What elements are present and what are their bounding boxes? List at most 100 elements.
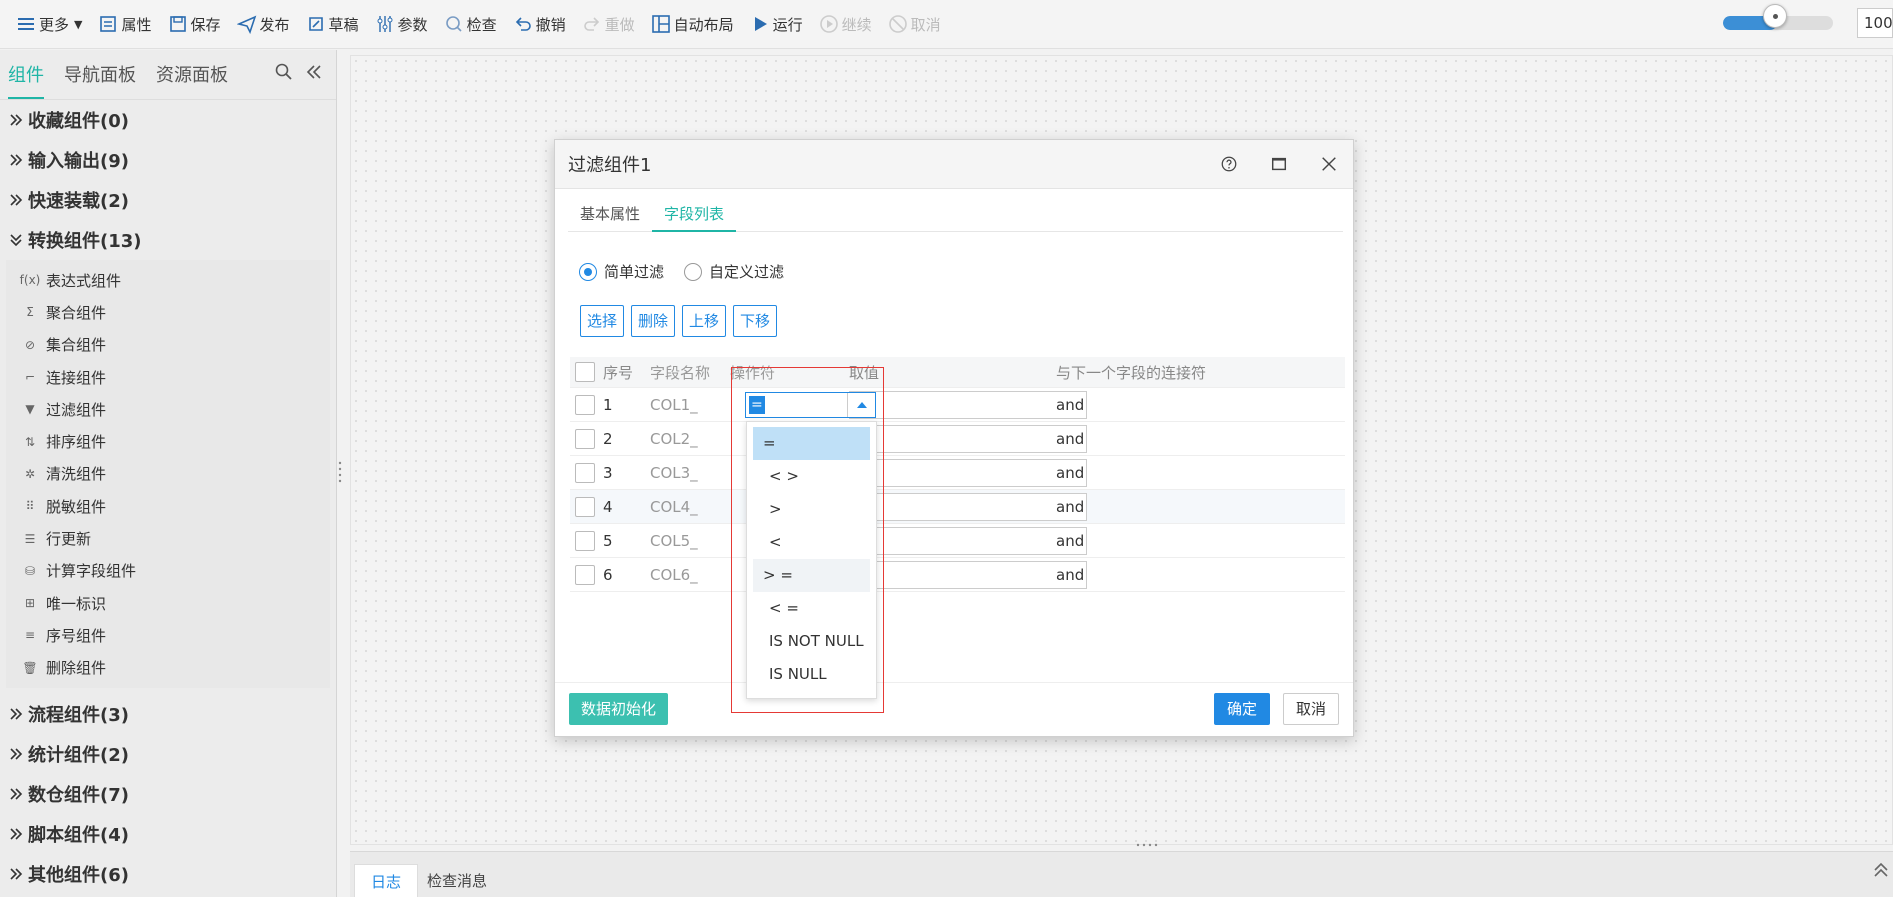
row-connector[interactable]: and [1056, 498, 1084, 516]
row-no: 5 [603, 531, 613, 550]
row-connector[interactable]: and [1056, 396, 1084, 414]
value-input[interactable] [849, 424, 1087, 453]
tab-basic-properties[interactable]: 基本属性 [568, 197, 652, 232]
table-row: 1 COL1_ and [570, 388, 1345, 422]
chevron-double-right-icon [10, 114, 23, 126]
params-label: 参数 [397, 15, 428, 34]
category-transform[interactable]: 转换组件(13) [0, 220, 336, 260]
component-set[interactable]: ⊘ 集合组件 [6, 329, 330, 361]
chevron-double-up-icon[interactable] [1871, 860, 1891, 880]
radio-simple-filter[interactable]: 简单过滤 [579, 261, 664, 282]
cancel-run-label: 取消 [910, 15, 941, 34]
publish-label: 发布 [259, 15, 290, 34]
component-calc-field[interactable]: ⛁ 计算字段组件 [6, 555, 330, 587]
value-input[interactable] [849, 560, 1087, 589]
check-icon [445, 16, 462, 32]
category-warehouse[interactable]: 数仓组件(7) [0, 774, 336, 814]
category-stats[interactable]: 统计组件(2) [0, 734, 336, 774]
value-input[interactable] [849, 458, 1087, 487]
menu-icon [18, 18, 34, 30]
chevron-double-right-icon [10, 194, 23, 206]
row-checkbox[interactable] [575, 394, 595, 415]
cancel-run-button[interactable]: 取消 [880, 8, 949, 40]
component-label: 聚合组件 [46, 303, 107, 322]
component-label: 脱敏组件 [46, 497, 107, 516]
category-flow[interactable]: 流程组件(3) [0, 694, 336, 734]
resize-grip-icon[interactable] [1135, 843, 1161, 847]
value-input[interactable] [849, 492, 1087, 521]
component-label: 连接组件 [46, 368, 107, 387]
redo-button[interactable]: 重做 [574, 8, 643, 40]
component-sort[interactable]: ⇅ 排序组件 [6, 425, 330, 457]
ok-button[interactable]: 确定 [1214, 693, 1270, 725]
value-input[interactable] [849, 390, 1087, 419]
save-button[interactable]: 保存 [160, 8, 229, 40]
row-checkbox[interactable] [575, 564, 595, 585]
component-unique-id[interactable]: ⊞ 唯一标识 [6, 587, 330, 619]
move-down-button[interactable]: 下移 [733, 305, 778, 337]
params-button[interactable]: 参数 [367, 8, 436, 40]
collapse-left-icon[interactable] [304, 62, 324, 82]
properties-button[interactable]: 属性 [90, 8, 159, 40]
close-icon[interactable] [1317, 152, 1341, 176]
row-connector[interactable]: and [1056, 566, 1084, 584]
row-checkbox[interactable] [575, 496, 595, 517]
publish-button[interactable]: 发布 [229, 8, 298, 40]
row-checkbox[interactable] [575, 428, 595, 449]
save-label: 保存 [190, 15, 221, 34]
component-expression[interactable]: f(x) 表达式组件 [6, 264, 330, 296]
row-field-name: COL1_ [650, 395, 698, 414]
component-filter[interactable]: ▼ 过滤组件 [6, 393, 330, 425]
category-script[interactable]: 脚本组件(4) [0, 814, 336, 854]
panel-splitter-handle[interactable] [338, 460, 342, 484]
cancel-button[interactable]: 取消 [1283, 693, 1339, 725]
category-other[interactable]: 其他组件(6) [0, 854, 336, 894]
radio-custom-filter[interactable]: 自定义过滤 [684, 261, 784, 282]
play-icon [754, 17, 767, 31]
row-checkbox[interactable] [575, 462, 595, 483]
component-aggregate[interactable]: Σ 聚合组件 [6, 296, 330, 328]
category-favorites[interactable]: 收藏组件(0) [0, 100, 336, 140]
continue-button[interactable]: 继续 [811, 8, 880, 40]
value-input[interactable] [849, 526, 1087, 555]
help-icon[interactable] [1217, 152, 1241, 176]
zoom-slider-handle[interactable] [1763, 4, 1787, 28]
row-field-name: COL2_ [650, 429, 698, 448]
component-mask[interactable]: ⠿ 脱敏组件 [6, 490, 330, 522]
tab-components[interactable]: 组件 [8, 61, 44, 99]
draft-button[interactable]: 草稿 [298, 8, 367, 40]
tab-navigation[interactable]: 导航面板 [64, 61, 136, 99]
row-connector[interactable]: and [1056, 532, 1084, 550]
select-button[interactable]: 选择 [580, 305, 625, 337]
component-sequence[interactable]: ≡ 序号组件 [6, 619, 330, 651]
radio-selected-icon [579, 262, 597, 281]
tab-field-list[interactable]: 字段列表 [652, 197, 737, 232]
row-checkbox[interactable] [575, 530, 595, 551]
category-io[interactable]: 输入输出(9) [0, 140, 336, 180]
component-row-update[interactable]: ☰ 行更新 [6, 522, 330, 554]
row-connector[interactable]: and [1056, 464, 1084, 482]
zoom-input[interactable]: 100 [1857, 8, 1893, 38]
sort-icon: ⇅ [24, 434, 36, 449]
tab-check-messages[interactable]: 检查消息 [411, 864, 503, 897]
tab-resources[interactable]: 资源面板 [156, 61, 228, 99]
header-connector: 与下一个字段的连接符 [1056, 363, 1207, 382]
run-button[interactable]: 运行 [742, 8, 811, 40]
move-up-button[interactable]: 上移 [682, 305, 727, 337]
auto-layout-button[interactable]: 自动布局 [643, 8, 742, 40]
data-init-button[interactable]: 数据初始化 [569, 693, 669, 725]
delete-button[interactable]: 删除 [631, 305, 676, 337]
maximize-icon[interactable] [1267, 152, 1291, 176]
check-button[interactable]: 检查 [436, 8, 505, 40]
tab-log[interactable]: 日志 [354, 864, 419, 897]
component-cleanse[interactable]: ✲ 清洗组件 [6, 458, 330, 490]
category-fast-load[interactable]: 快速装载(2) [0, 180, 336, 220]
undo-button[interactable]: 撤销 [505, 8, 574, 40]
row-connector[interactable]: and [1056, 430, 1084, 448]
more-menu-button[interactable]: 更多 ▼ [8, 8, 90, 40]
search-icon[interactable] [274, 62, 294, 82]
component-join[interactable]: ⌐ 连接组件 [6, 361, 330, 393]
select-all-checkbox[interactable] [575, 362, 595, 382]
component-delete[interactable]: 🗑 删除组件 [6, 652, 330, 684]
header-no: 序号 [603, 363, 634, 382]
